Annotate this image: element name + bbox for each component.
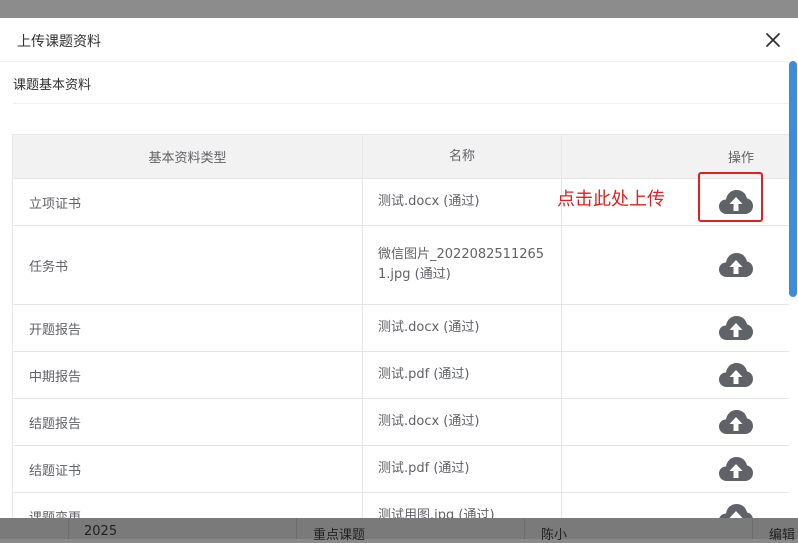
- action-cell: [562, 226, 790, 304]
- action-cell: [562, 352, 790, 398]
- cloud-upload-icon[interactable]: [718, 409, 754, 435]
- material-type: 任务书: [13, 226, 363, 304]
- table-row: 开题报告 测试.docx (通过): [13, 305, 790, 352]
- bg-category: 重点课题: [313, 528, 366, 543]
- bg-person: 陈小: [541, 528, 568, 543]
- material-file-name: 微信图片_20220825112651.jpg (通过): [363, 226, 562, 304]
- column-header-type: 基本资料类型: [13, 135, 363, 178]
- bg-edit-link[interactable]: 编辑: [769, 524, 795, 543]
- table-row: 结题证书 测试.pdf (通过): [13, 446, 790, 493]
- highlight-box: [698, 172, 763, 222]
- background-table-row: 2025 重点课题 陈小 编辑: [0, 518, 798, 543]
- backdrop-top: [0, 0, 798, 18]
- table-row: 结题报告 测试.docx (通过): [13, 399, 790, 446]
- material-file-name: 测试.pdf (通过): [363, 352, 562, 398]
- cloud-upload-icon[interactable]: [718, 503, 754, 518]
- cloud-upload-icon[interactable]: [718, 252, 754, 278]
- scrollbar-thumb[interactable]: [789, 61, 797, 297]
- section-title: 课题基本资料: [13, 78, 92, 93]
- upload-dialog: 上传课题资料 课题基本资料 基本资料类型 名称 操作 立项证书 测试.docx (…: [0, 18, 798, 518]
- material-file-name: 测试.pdf (通过): [363, 446, 562, 492]
- table-row: 任务书 微信图片_20220825112651.jpg (通过): [13, 226, 790, 305]
- close-icon[interactable]: [763, 30, 783, 50]
- material-file-name: 测试.docx (通过): [363, 179, 562, 225]
- material-type: 中期报告: [13, 352, 363, 398]
- table-row: 中期报告 测试.pdf (通过): [13, 352, 790, 399]
- column-header-name: 名称: [363, 135, 562, 178]
- section-divider: [13, 103, 789, 104]
- bg-year: 2025: [84, 524, 118, 539]
- dialog-header: 上传课题资料: [0, 18, 798, 62]
- material-type: 立项证书: [13, 179, 363, 225]
- material-type: 课题变更: [13, 493, 363, 518]
- table-row: 立项证书 测试.docx (通过): [13, 179, 790, 226]
- table-header: 基本资料类型 名称 操作: [13, 135, 790, 179]
- material-type: 结题报告: [13, 399, 363, 445]
- annotation-text: 点击此处上传: [557, 189, 665, 210]
- material-type: 开题报告: [13, 305, 363, 351]
- material-file-name: 测试.docx (通过): [363, 305, 562, 351]
- action-cell: [562, 493, 790, 518]
- action-cell: [562, 399, 790, 445]
- material-file-name: 测试.docx (通过): [363, 399, 562, 445]
- material-file-name: 测试用图.jpg (通过): [363, 493, 562, 518]
- cloud-upload-icon[interactable]: [718, 456, 754, 482]
- action-cell: [562, 305, 790, 351]
- material-type: 结题证书: [13, 446, 363, 492]
- dialog-title: 上传课题资料: [17, 34, 101, 50]
- cloud-upload-icon[interactable]: [718, 362, 754, 388]
- table-row: 课题变更 测试用图.jpg (通过): [13, 493, 790, 518]
- action-cell: [562, 446, 790, 492]
- cloud-upload-icon[interactable]: [718, 315, 754, 341]
- materials-table: 基本资料类型 名称 操作 立项证书 测试.docx (通过) 任务书 微信图片_202…: [12, 134, 791, 518]
